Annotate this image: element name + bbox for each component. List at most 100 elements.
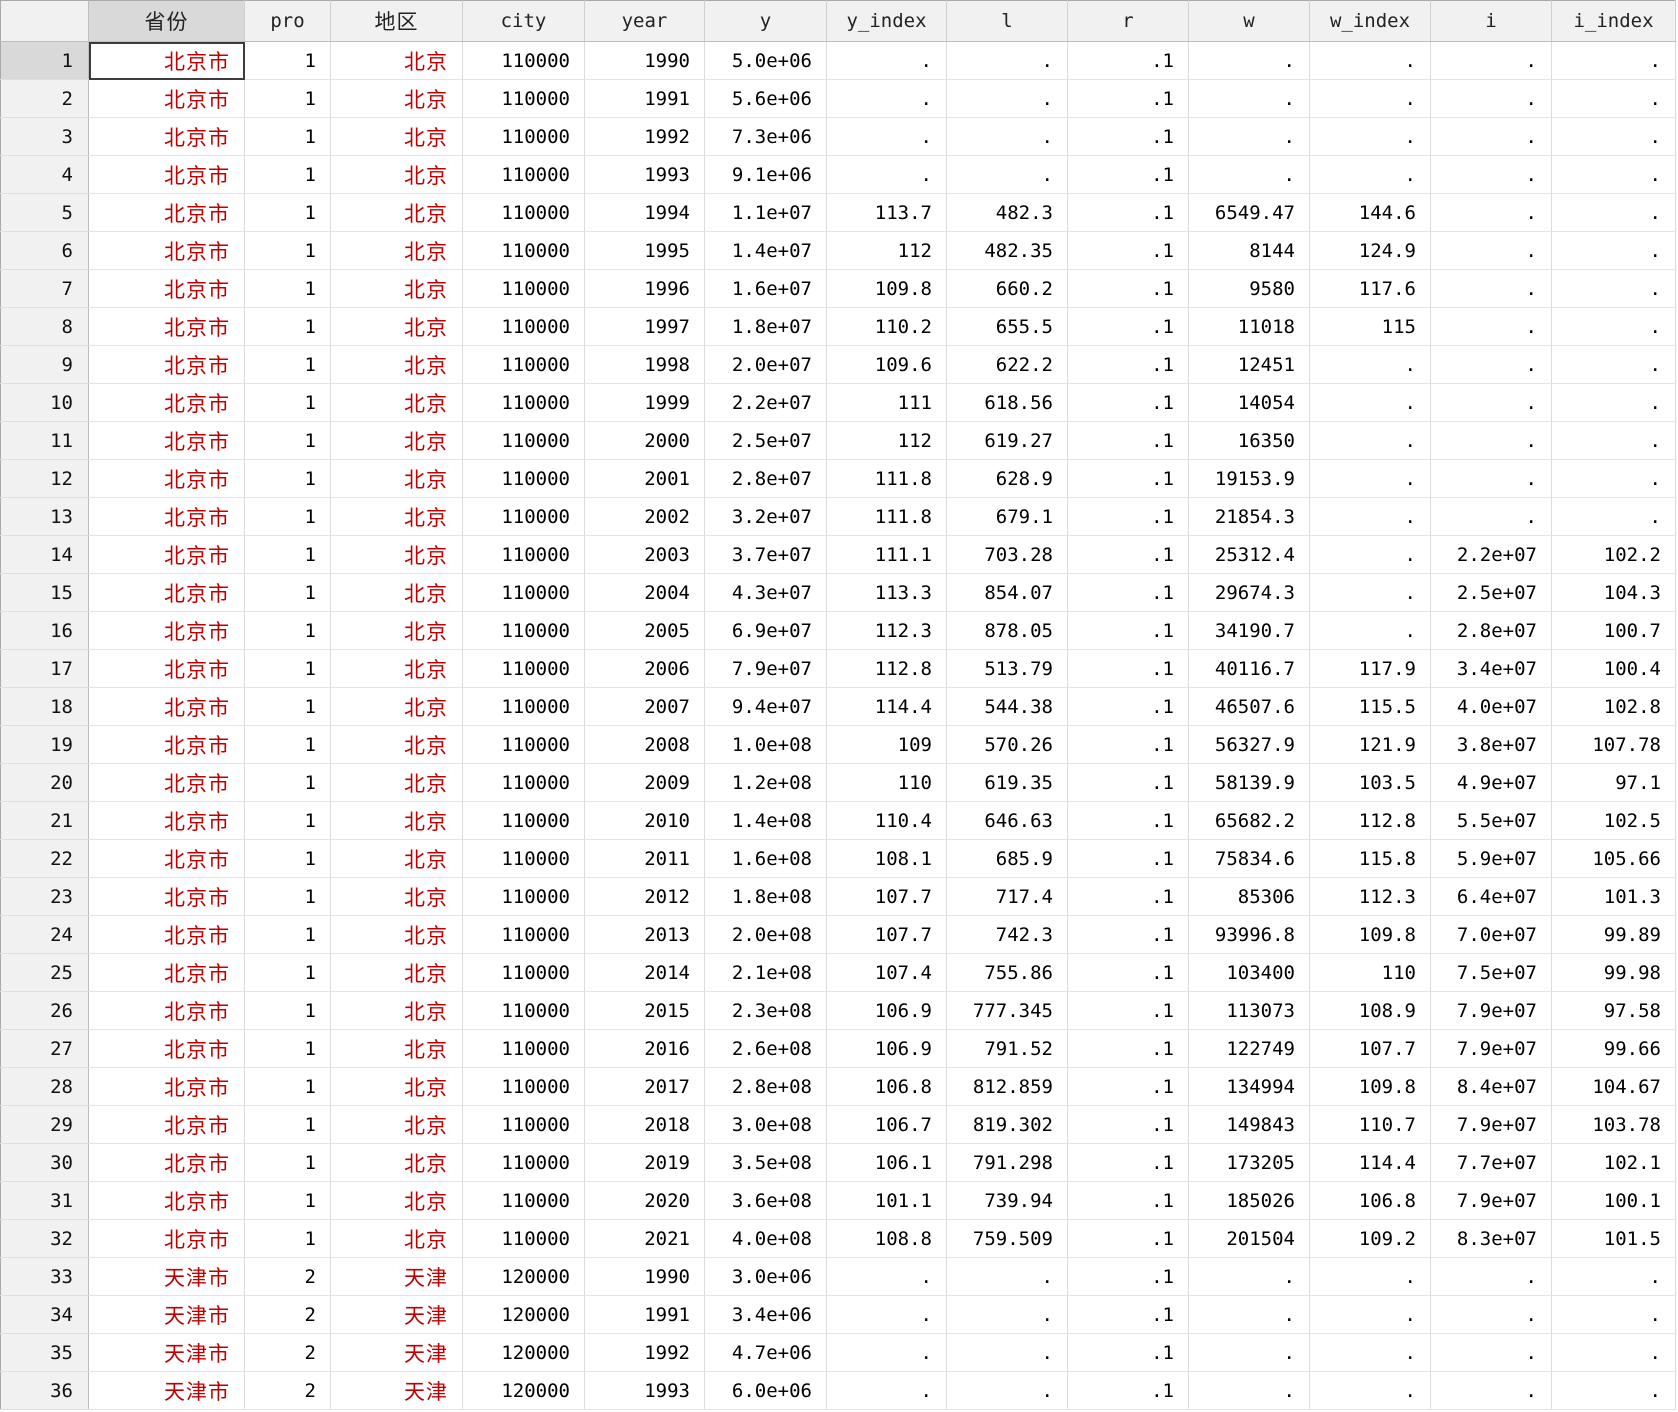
cell-y-index[interactable]: .: [826, 41, 947, 80]
row-number[interactable]: 14: [0, 535, 89, 574]
cell-pro[interactable]: 1: [244, 801, 331, 840]
cell-i-index[interactable]: 100.1: [1551, 1181, 1676, 1220]
cell-l[interactable]: 619.27: [946, 421, 1068, 460]
cell-y-index[interactable]: .: [826, 1295, 947, 1334]
cell-province[interactable]: 北京市: [88, 345, 245, 384]
cell-y[interactable]: 9.4e+07: [704, 687, 827, 726]
cell-w-index[interactable]: 115.8: [1309, 839, 1431, 878]
column-header-r[interactable]: r: [1067, 0, 1189, 42]
cell-w[interactable]: .: [1188, 1257, 1310, 1296]
cell-w[interactable]: .: [1188, 117, 1310, 156]
column-header-y-index[interactable]: y_index: [826, 0, 947, 42]
cell-i-index[interactable]: .: [1551, 41, 1676, 80]
cell-r[interactable]: .1: [1067, 193, 1189, 232]
cell-r[interactable]: .1: [1067, 1067, 1189, 1106]
cell-w[interactable]: 19153.9: [1188, 459, 1310, 498]
cell-year[interactable]: 1998: [584, 345, 705, 384]
cell-l[interactable]: .: [946, 1333, 1068, 1372]
cell-pro[interactable]: 1: [244, 611, 331, 650]
cell-i-index[interactable]: 102.2: [1551, 535, 1676, 574]
cell-w-index[interactable]: .: [1309, 497, 1431, 536]
row-number[interactable]: 20: [0, 763, 89, 802]
cell-year[interactable]: 2019: [584, 1143, 705, 1182]
row-number[interactable]: 31: [0, 1181, 89, 1220]
cell-w-index[interactable]: 144.6: [1309, 193, 1431, 232]
cell-y[interactable]: 2.0e+07: [704, 345, 827, 384]
cell-y-index[interactable]: 106.1: [826, 1143, 947, 1182]
cell-province[interactable]: 北京市: [88, 79, 245, 118]
cell-city[interactable]: 110000: [462, 79, 585, 118]
cell-year[interactable]: 2001: [584, 459, 705, 498]
cell-w-index[interactable]: 114.4: [1309, 1143, 1431, 1182]
column-header-y[interactable]: y: [704, 0, 827, 42]
cell-province[interactable]: 北京市: [88, 41, 245, 80]
cell-region[interactable]: 北京: [330, 535, 463, 574]
cell-y-index[interactable]: 106.9: [826, 1029, 947, 1068]
cell-r[interactable]: .1: [1067, 1219, 1189, 1258]
cell-w-index[interactable]: .: [1309, 79, 1431, 118]
cell-year[interactable]: 1999: [584, 383, 705, 422]
cell-y[interactable]: 5.6e+06: [704, 79, 827, 118]
cell-i[interactable]: 6.4e+07: [1430, 877, 1552, 916]
cell-w-index[interactable]: .: [1309, 117, 1431, 156]
cell-w-index[interactable]: 110.7: [1309, 1105, 1431, 1144]
cell-region[interactable]: 北京: [330, 383, 463, 422]
cell-city[interactable]: 110000: [462, 687, 585, 726]
cell-province[interactable]: 北京市: [88, 991, 245, 1030]
cell-w-index[interactable]: 117.6: [1309, 269, 1431, 308]
cell-w[interactable]: .: [1188, 1333, 1310, 1372]
cell-y[interactable]: 1.2e+08: [704, 763, 827, 802]
row-number[interactable]: 21: [0, 801, 89, 840]
cell-y-index[interactable]: .: [826, 1333, 947, 1372]
cell-city[interactable]: 110000: [462, 1029, 585, 1068]
cell-province[interactable]: 北京市: [88, 649, 245, 688]
cell-province[interactable]: 北京市: [88, 1105, 245, 1144]
row-number[interactable]: 7: [0, 269, 89, 308]
cell-w-index[interactable]: .: [1309, 345, 1431, 384]
cell-city[interactable]: 120000: [462, 1295, 585, 1334]
cell-province[interactable]: 北京市: [88, 763, 245, 802]
cell-r[interactable]: .1: [1067, 877, 1189, 916]
cell-pro[interactable]: 1: [244, 1067, 331, 1106]
cell-region[interactable]: 北京: [330, 1219, 463, 1258]
cell-pro[interactable]: 1: [244, 193, 331, 232]
cell-y[interactable]: 3.5e+08: [704, 1143, 827, 1182]
cell-year[interactable]: 2009: [584, 763, 705, 802]
cell-r[interactable]: .1: [1067, 801, 1189, 840]
cell-province[interactable]: 北京市: [88, 915, 245, 954]
cell-w[interactable]: 9580: [1188, 269, 1310, 308]
cell-l[interactable]: 655.5: [946, 307, 1068, 346]
cell-i-index[interactable]: 100.4: [1551, 649, 1676, 688]
cell-l[interactable]: 819.302: [946, 1105, 1068, 1144]
cell-y[interactable]: 7.9e+07: [704, 649, 827, 688]
cell-city[interactable]: 110000: [462, 307, 585, 346]
cell-year[interactable]: 1990: [584, 41, 705, 80]
cell-city[interactable]: 110000: [462, 953, 585, 992]
cell-r[interactable]: .1: [1067, 41, 1189, 80]
cell-i[interactable]: 3.8e+07: [1430, 725, 1552, 764]
row-number[interactable]: 5: [0, 193, 89, 232]
cell-pro[interactable]: 2: [244, 1371, 331, 1410]
cell-l[interactable]: 685.9: [946, 839, 1068, 878]
cell-y-index[interactable]: 110.2: [826, 307, 947, 346]
cell-pro[interactable]: 1: [244, 1029, 331, 1068]
cell-w[interactable]: 75834.6: [1188, 839, 1310, 878]
cell-l[interactable]: .: [946, 155, 1068, 194]
cell-y-index[interactable]: 113.3: [826, 573, 947, 612]
cell-province[interactable]: 北京市: [88, 1029, 245, 1068]
cell-r[interactable]: .1: [1067, 1371, 1189, 1410]
cell-region[interactable]: 北京: [330, 877, 463, 916]
cell-year[interactable]: 2008: [584, 725, 705, 764]
cell-w[interactable]: .: [1188, 1295, 1310, 1334]
cell-i[interactable]: 3.4e+07: [1430, 649, 1552, 688]
cell-l[interactable]: .: [946, 41, 1068, 80]
cell-l[interactable]: 622.2: [946, 345, 1068, 384]
cell-i[interactable]: 5.9e+07: [1430, 839, 1552, 878]
cell-i-index[interactable]: 99.98: [1551, 953, 1676, 992]
cell-province[interactable]: 北京市: [88, 421, 245, 460]
cell-r[interactable]: .1: [1067, 1029, 1189, 1068]
cell-r[interactable]: .1: [1067, 79, 1189, 118]
cell-w-index[interactable]: .: [1309, 535, 1431, 574]
cell-l[interactable]: .: [946, 1257, 1068, 1296]
cell-y-index[interactable]: 112: [826, 421, 947, 460]
